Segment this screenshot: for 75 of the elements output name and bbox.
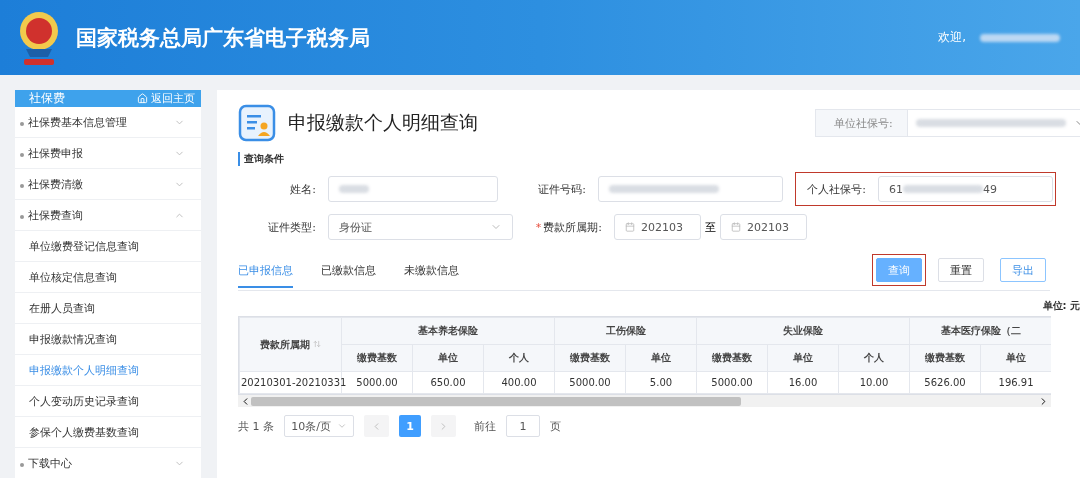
column-header: 单位 [412, 344, 484, 372]
column-header: 缴费基数 [696, 344, 768, 372]
menu-item[interactable]: 单位核定信息查询 [15, 262, 201, 293]
menu-group[interactable]: 社保费申报 [15, 138, 201, 169]
unit-note: 单位: 元 [1042, 299, 1080, 313]
column-header: 缴费基数 [341, 344, 413, 372]
menu-item[interactable]: 申报缴款个人明细查询 [15, 355, 201, 386]
calendar-icon [625, 222, 635, 232]
menu-group[interactable]: 社保费清缴 [15, 169, 201, 200]
select-field[interactable]: 单位社保号: [815, 109, 1080, 137]
range-separator: 至 [705, 219, 716, 235]
input-field[interactable] [328, 176, 498, 202]
column-header: 单位 [767, 344, 839, 372]
input-field[interactable]: 61 49 [878, 176, 1053, 202]
menu-item[interactable]: 申报缴款情况查询 [15, 324, 201, 355]
section-title: 查询条件 [238, 152, 1080, 166]
column-header: 缴费基数 [554, 344, 626, 372]
column-header: 失业保险 [696, 317, 910, 345]
field-label: 证件类型: [267, 219, 317, 235]
table-cell: 16.00 [767, 371, 839, 394]
page-suffix: 页 [550, 418, 561, 434]
table-cell: 400.00 [483, 371, 555, 394]
menu-item[interactable]: 在册人员查询 [15, 293, 201, 324]
field-label: 个人社保号: [806, 181, 867, 197]
menu-item[interactable]: 参保个人缴费基数查询 [15, 417, 201, 448]
column-header: 缴费基数 [909, 344, 981, 372]
table-cell: 650.00 [412, 371, 484, 394]
field-value: 61 [889, 182, 903, 196]
menu-item[interactable]: 单位缴费登记信息查询 [15, 231, 201, 262]
next-page-button[interactable] [431, 415, 456, 437]
form-icon [238, 104, 276, 142]
column-header: 费款所属期 [239, 317, 342, 372]
input-field[interactable] [598, 176, 783, 202]
table-cell: 5000.00 [554, 371, 626, 394]
column-header: 基本医疗保险（二 [909, 317, 1051, 345]
column-header: 个人 [838, 344, 910, 372]
field-value: 49 [983, 182, 997, 196]
tab[interactable]: 未缴款信息 [404, 256, 459, 288]
tab[interactable]: 已申报信息 [238, 256, 293, 288]
menu-group[interactable]: 社保费查询 [15, 200, 201, 231]
field-label: * 费款所属期: [534, 219, 603, 235]
column-header: 单位 [980, 344, 1051, 372]
tab[interactable]: 已缴款信息 [321, 256, 376, 288]
field-label: 姓名: [289, 181, 317, 197]
menu-group[interactable]: 下载中心 [15, 448, 201, 478]
date-field[interactable]: 202103 [614, 214, 701, 240]
column-header: 基本养老保险 [341, 317, 555, 345]
site-title: 国家税务总局广东省电子税务局 [76, 24, 371, 52]
action-button[interactable]: 重置 [938, 258, 984, 282]
field-label: 证件号码: [537, 181, 587, 197]
sort-icon [313, 339, 322, 348]
action-button[interactable]: 导出 [1000, 258, 1046, 282]
date-field[interactable]: 202103 [720, 214, 807, 240]
page-title: 申报缴款个人明细查询 [288, 110, 478, 135]
table-cell: 5000.00 [696, 371, 768, 394]
select-field[interactable]: 身份证 [328, 214, 513, 240]
page-size-select[interactable]: 10条/页 [284, 415, 354, 437]
calendar-icon [731, 222, 741, 232]
column-header: 工伤保险 [554, 317, 697, 345]
home-icon [137, 93, 148, 104]
sidebar-title: 社保费 [29, 90, 65, 107]
scroll-thumb[interactable] [251, 396, 741, 406]
table-cell: 10.00 [838, 371, 910, 394]
menu-group[interactable]: 社保费基本信息管理 [15, 107, 201, 138]
prev-page-button[interactable] [364, 415, 389, 437]
greeting-text: 欢迎, [938, 29, 966, 46]
goto-label: 前往 [474, 418, 496, 434]
column-header: 单位 [625, 344, 697, 372]
page-input[interactable]: 1 [506, 415, 540, 437]
table-cell: 5.00 [625, 371, 697, 394]
table-cell: 5626.00 [909, 371, 981, 394]
total-count: 共 1 条 [238, 418, 274, 434]
redacted-text [339, 185, 369, 193]
column-header: 个人 [483, 344, 555, 372]
menu-item[interactable]: 个人变动历史记录查询 [15, 386, 201, 417]
